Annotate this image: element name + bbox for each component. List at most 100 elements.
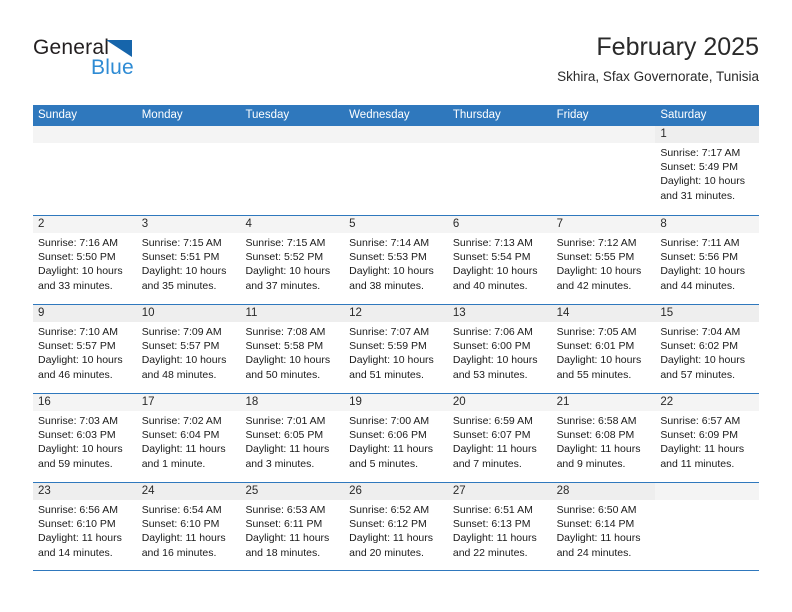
weekday-header-monday: Monday <box>141 109 183 121</box>
calendar-day-cell[interactable]: 6 Sunrise: 7:13 AM Sunset: 5:54 PM Daylight… <box>447 216 552 304</box>
daylight-text-line1: Daylight: 10 hours <box>556 354 642 367</box>
day-details: Sunrise: 7:14 AM Sunset: 5:53 PM Daylight:… <box>344 233 448 293</box>
sunset-text: Sunset: 6:12 PM <box>349 518 427 531</box>
calendar-day-cell[interactable]: 8 Sunrise: 7:11 AM Sunset: 5:56 PM Daylight… <box>655 216 760 304</box>
day-number: 13 <box>452 307 466 319</box>
sunset-text: Sunset: 5:55 PM <box>556 251 635 264</box>
calendar-day-cell[interactable]: 2 Sunrise: 7:16 AM Sunset: 5:50 PM Daylight… <box>33 216 137 304</box>
calendar-day-cell[interactable]: 28 Sunrise: 6:50 AM Sunset: 6:14 PM Dayligh… <box>551 483 656 570</box>
daylight-text-line1: Daylight: 11 hours <box>141 443 226 456</box>
calendar-day-cell[interactable]: 3 Sunrise: 7:15 AM Sunset: 5:51 PM Daylight… <box>136 216 241 304</box>
day-details <box>344 143 448 146</box>
calendar-day-cell[interactable]: 22 Sunrise: 6:57 AM Sunset: 6:09 PM Dayligh… <box>655 394 760 482</box>
sunrise-text: Sunrise: 7:07 AM <box>349 326 430 338</box>
day-details: Sunrise: 7:05 AM Sunset: 6:01 PM Daylight:… <box>552 322 656 382</box>
day-number: 15 <box>660 307 674 319</box>
calendar-day-cell[interactable]: 19 Sunrise: 7:00 AM Sunset: 6:06 PM Dayligh… <box>344 394 448 482</box>
day-number-band: 15 <box>655 305 760 322</box>
day-number: 8 <box>660 218 667 230</box>
calendar-day-cell[interactable]: 17 Sunrise: 7:02 AM Sunset: 6:04 PM Dayligh… <box>136 394 241 482</box>
sunset-text: Sunset: 6:01 PM <box>556 340 635 353</box>
daylight-text-line2: and 50 minutes. <box>245 368 321 381</box>
day-number-band: 12 <box>344 305 448 322</box>
daylight-text-line1: Daylight: 11 hours <box>141 532 226 545</box>
sunrise-text: Sunrise: 6:52 AM <box>349 504 430 516</box>
daylight-text-line1: Daylight: 11 hours <box>452 532 537 545</box>
sunrise-text: Sunrise: 7:16 AM <box>38 237 118 249</box>
day-number: 3 <box>141 218 149 230</box>
weekday-header-thursday: Thursday <box>452 109 501 121</box>
day-number-band: 27 <box>447 483 552 500</box>
calendar-day-cell[interactable]: 25 Sunrise: 6:53 AM Sunset: 6:11 PM Dayligh… <box>240 483 345 570</box>
day-number-band: 16 <box>33 394 137 411</box>
daylight-text-line2: and 33 minutes. <box>38 279 113 292</box>
calendar-day-cell-empty <box>136 126 241 215</box>
day-number: 2 <box>38 218 45 230</box>
sunrise-text: Sunrise: 6:51 AM <box>452 504 533 516</box>
calendar-day-cell[interactable]: 12 Sunrise: 7:07 AM Sunset: 5:59 PM Dayligh… <box>344 305 448 393</box>
day-details: Sunrise: 7:11 AM Sunset: 5:56 PM Daylight:… <box>655 233 759 293</box>
day-details: Sunrise: 7:13 AM Sunset: 5:54 PM Daylight:… <box>448 233 552 293</box>
daylight-text-line1: Daylight: 10 hours <box>660 354 745 367</box>
day-number: 21 <box>556 396 570 408</box>
day-number: 25 <box>245 485 259 497</box>
daylight-text-line1: Daylight: 10 hours <box>38 354 123 367</box>
day-details <box>137 143 241 146</box>
sunrise-text: Sunrise: 7:03 AM <box>38 415 118 427</box>
calendar-day-cell[interactable]: 27 Sunrise: 6:51 AM Sunset: 6:13 PM Dayligh… <box>447 483 552 570</box>
calendar-day-cell[interactable]: 5 Sunrise: 7:14 AM Sunset: 5:53 PM Daylight… <box>344 216 448 304</box>
day-details: Sunrise: 7:17 AM Sunset: 5:49 PM Daylight:… <box>655 143 759 203</box>
daylight-text-line2: and 14 minutes. <box>38 546 113 559</box>
sunset-text: Sunset: 5:53 PM <box>349 251 427 264</box>
calendar-day-cell[interactable]: 1 Sunrise: 7:17 AM Sunset: 5:49 PM Daylight… <box>655 126 760 215</box>
calendar-day-cell[interactable]: 10 Sunrise: 7:09 AM Sunset: 5:57 PM Dayligh… <box>136 305 241 393</box>
daylight-text-line2: and 24 minutes. <box>556 546 632 559</box>
calendar-day-cell[interactable]: 20 Sunrise: 6:59 AM Sunset: 6:07 PM Dayligh… <box>447 394 552 482</box>
daylight-text-line2: and 1 minute. <box>141 457 206 470</box>
calendar-day-cell[interactable]: 7 Sunrise: 7:12 AM Sunset: 5:55 PM Daylight… <box>551 216 656 304</box>
day-number-band: 1 <box>655 126 760 143</box>
calendar-day-cell[interactable]: 15 Sunrise: 7:04 AM Sunset: 6:02 PM Dayligh… <box>655 305 760 393</box>
day-number-band <box>33 126 137 143</box>
calendar-day-cell[interactable]: 24 Sunrise: 6:54 AM Sunset: 6:10 PM Dayligh… <box>136 483 241 570</box>
sunrise-text: Sunrise: 7:04 AM <box>660 326 741 338</box>
day-number-band <box>344 126 448 143</box>
day-number-band <box>655 483 760 500</box>
day-details: Sunrise: 7:16 AM Sunset: 5:50 PM Daylight:… <box>33 233 137 293</box>
calendar-day-cell[interactable]: 26 Sunrise: 6:52 AM Sunset: 6:12 PM Dayligh… <box>344 483 448 570</box>
sunset-text: Sunset: 6:09 PM <box>660 429 738 442</box>
sunset-text: Sunset: 6:02 PM <box>660 340 738 353</box>
day-details: Sunrise: 6:59 AM Sunset: 6:07 PM Daylight:… <box>448 411 552 471</box>
day-number: 16 <box>38 396 51 408</box>
calendar-day-cell[interactable]: 23 Sunrise: 6:56 AM Sunset: 6:10 PM Dayligh… <box>33 483 137 570</box>
calendar-day-cell[interactable]: 13 Sunrise: 7:06 AM Sunset: 6:00 PM Dayligh… <box>447 305 552 393</box>
sunrise-text: Sunrise: 6:57 AM <box>660 415 741 427</box>
day-number: 10 <box>141 307 155 319</box>
calendar-day-cell[interactable]: 16 Sunrise: 7:03 AM Sunset: 6:03 PM Dayligh… <box>33 394 137 482</box>
daylight-text-line2: and 31 minutes. <box>660 189 736 202</box>
page-subtitle: Skhira, Sfax Governorate, Tunisia <box>557 69 759 84</box>
sunset-text: Sunset: 6:13 PM <box>452 518 531 531</box>
day-number: 22 <box>660 396 674 408</box>
daylight-text-line1: Daylight: 11 hours <box>38 532 122 545</box>
day-number: 26 <box>349 485 362 497</box>
calendar-day-cell[interactable]: 18 Sunrise: 7:01 AM Sunset: 6:05 PM Dayligh… <box>240 394 345 482</box>
day-number-band: 21 <box>551 394 656 411</box>
calendar-day-cell[interactable]: 4 Sunrise: 7:15 AM Sunset: 5:52 PM Daylight… <box>240 216 345 304</box>
calendar-day-cell[interactable]: 21 Sunrise: 6:58 AM Sunset: 6:08 PM Dayligh… <box>551 394 656 482</box>
calendar-day-cell[interactable]: 14 Sunrise: 7:05 AM Sunset: 6:01 PM Dayligh… <box>551 305 656 393</box>
daylight-text-line1: Daylight: 10 hours <box>141 265 227 278</box>
weekday-header-sunday: Sunday <box>38 109 78 121</box>
day-number-band: 26 <box>344 483 448 500</box>
day-details: Sunrise: 6:58 AM Sunset: 6:08 PM Daylight:… <box>552 411 656 471</box>
day-number-band: 25 <box>240 483 345 500</box>
day-details <box>33 143 137 146</box>
daylight-text-line1: Daylight: 10 hours <box>38 443 123 456</box>
general-blue-logo[interactable]: General Blue <box>33 37 233 93</box>
daylight-text-line1: Daylight: 11 hours <box>556 532 641 545</box>
calendar-day-cell[interactable]: 9 Sunrise: 7:10 AM Sunset: 5:57 PM Daylight… <box>33 305 137 393</box>
daylight-text-line1: Daylight: 10 hours <box>38 265 123 278</box>
sunset-text: Sunset: 5:57 PM <box>141 340 220 353</box>
calendar-day-cell[interactable]: 11 Sunrise: 7:08 AM Sunset: 5:58 PM Dayligh… <box>240 305 345 393</box>
sunset-text: Sunset: 6:07 PM <box>452 429 531 442</box>
